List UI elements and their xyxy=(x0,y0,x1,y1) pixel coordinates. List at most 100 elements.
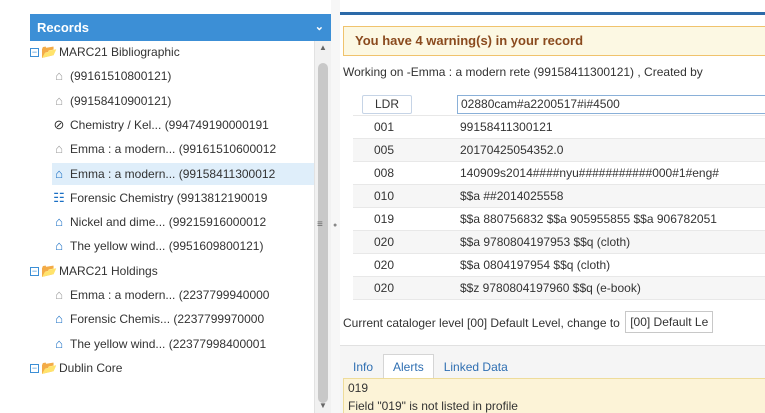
marc-field-table: LDR 02880cam#a2200517#i#4500 001 9915841130… xyxy=(353,93,765,300)
marc-tag[interactable]: 010 xyxy=(353,185,415,208)
tree-record-item[interactable]: ⌂ Emma : a modern... (2237799940000 xyxy=(52,284,269,306)
tree-record-item[interactable]: ⊘ Chemistry / Kel... (994749190000191 xyxy=(52,114,269,136)
marc-tag[interactable]: 020 xyxy=(353,231,415,254)
tree-record-item[interactable]: ⌂ Nickel and dime... (99215916000012 xyxy=(52,211,266,233)
tree-scrollbar[interactable]: ▲ ≡ ▼ xyxy=(314,41,331,413)
marc-leader-row[interactable]: LDR 02880cam#a2200517#i#4500 xyxy=(353,93,765,116)
marc-field-row[interactable]: 001 99158411300121 xyxy=(353,116,765,139)
tree-record-item[interactable]: ⌂ (99158410900121) xyxy=(52,90,171,112)
tree-record-item[interactable]: ⌂ The yellow wind... (22377998400001 xyxy=(52,333,266,355)
scroll-down-arrow-icon[interactable]: ▼ xyxy=(315,399,331,413)
tree-label: Emma : a modern... (99161510600012 xyxy=(70,142,277,157)
tree-label: Emma : a modern... (99158411300012 xyxy=(70,166,276,181)
tree-record-item[interactable]: ⌂ Emma : a modern... (99161510600012 xyxy=(52,138,276,160)
collapse-toggle-icon[interactable]: − xyxy=(30,48,39,58)
home-icon: ⌂ xyxy=(55,214,63,230)
scrollbar-thumb[interactable] xyxy=(318,63,328,403)
tree-label: (99158410900121) xyxy=(70,93,172,108)
marc-value[interactable]: $$z 9780804197960 $$q (e-book) xyxy=(460,277,641,300)
marc-field-row[interactable]: 020 $$a 9780804197953 $$q (cloth) xyxy=(353,231,765,254)
records-tree: − 📂 MARC21 Bibliographic ⌂ (99161510800121) ⌂… xyxy=(30,41,314,413)
home-icon: ⌂ xyxy=(55,92,63,108)
tree-record-item[interactable]: ☷ Forensic Chemistry (9913812190019 xyxy=(52,187,267,209)
tree-label: Dublin Core xyxy=(59,360,123,375)
tree-record-item[interactable]: ⌂ Forensic Chemis... (2237799970000 xyxy=(52,308,264,330)
scroll-up-arrow-icon[interactable]: ▲ xyxy=(315,41,331,55)
marc-tag[interactable]: 008 xyxy=(353,162,415,185)
records-title: Records xyxy=(37,20,90,35)
tree-group[interactable]: − 📂 Dublin Core xyxy=(30,357,122,379)
marc-value[interactable]: $$a 9780804197953 $$q (cloth) xyxy=(460,231,630,254)
cataloger-level-select[interactable]: [00] Default Le xyxy=(625,311,714,333)
collapse-toggle-icon[interactable]: − xyxy=(30,364,39,374)
cataloger-level-text: Current cataloger level [00] Default Lev… xyxy=(343,316,620,330)
grip-icon: ≡ xyxy=(317,219,323,230)
marc-tag[interactable]: 005 xyxy=(353,139,415,162)
tree-record-item[interactable]: ⌂ Emma : a modern... (99158411300012 xyxy=(52,162,314,185)
marc-value[interactable]: $$a 0804197954 $$q (cloth) xyxy=(460,254,610,277)
home-icon: ⌂ xyxy=(55,311,63,327)
sitemap-icon: ☷ xyxy=(53,189,65,205)
marc-tag[interactable]: 020 xyxy=(353,254,415,277)
alert-field-code: 019 xyxy=(348,381,369,395)
marc-field-row[interactable]: 019 $$a 880756832 $$a 905955855 $$a 90678… xyxy=(353,208,765,231)
tab-info[interactable]: Info xyxy=(343,354,383,379)
marc-value[interactable]: 99158411300121 xyxy=(460,116,553,139)
tree-label: Emma : a modern... (2237799940000 xyxy=(70,288,270,302)
chevron-down-icon[interactable]: ⌄ xyxy=(315,14,324,41)
marc-tag[interactable]: 019 xyxy=(353,208,415,231)
top-rule xyxy=(340,12,765,15)
collapse-toggle-icon[interactable]: − xyxy=(30,267,39,277)
tree-group[interactable]: − 📂 MARC21 Holdings xyxy=(30,260,158,282)
folder-open-icon: 📂 xyxy=(41,44,58,59)
folder-open-icon: 📂 xyxy=(41,359,58,375)
tree-label: Forensic Chemistry (9913812190019 xyxy=(70,190,268,205)
marc-field-row[interactable]: 020 $$a 0804197954 $$q (cloth) xyxy=(353,254,765,277)
marc-value[interactable]: 140909s2014####nyu###########000#1#eng# xyxy=(460,162,719,185)
tree-record-item[interactable]: ⌂ (99161510800121) xyxy=(52,65,171,87)
records-panel: Records ⌄ − 📂 MARC21 Bibliographic ⌂ (991615… xyxy=(0,0,340,413)
tree-label: The yellow wind... (22377998400001 xyxy=(70,336,267,351)
marc-tag[interactable]: LDR xyxy=(362,95,412,114)
home-icon: ⌂ xyxy=(55,141,63,157)
tab-alerts[interactable]: Alerts xyxy=(383,354,434,379)
tree-label: MARC21 Holdings xyxy=(59,263,158,278)
ban-icon: ⊘ xyxy=(53,116,65,132)
home-icon: ⌂ xyxy=(55,287,63,302)
marc-value[interactable]: 20170425054352.0 xyxy=(460,139,563,162)
warning-banner: You have 4 warning(s) in your record xyxy=(343,26,765,56)
bottom-pane: Info Alerts Linked Data 019 Field "019" is… xyxy=(340,345,765,413)
home-icon: ⌂ xyxy=(55,165,63,181)
home-icon: ⌂ xyxy=(55,335,63,351)
marc-value[interactable]: $$a ##2014025558 xyxy=(460,185,563,208)
splitter-handle-icon[interactable]: ● xyxy=(333,222,337,229)
bottom-tabs: Info Alerts Linked Data xyxy=(343,354,518,379)
marc-field-row[interactable]: 005 20170425054352.0 xyxy=(353,139,765,162)
tree-group[interactable]: − 📂 MARC21 Bibliographic xyxy=(30,41,180,63)
working-on-text: Working on -Emma : a modern rete (991584… xyxy=(343,65,703,79)
tree-label: Forensic Chemis... (2237799970000 xyxy=(70,312,265,327)
marc-value[interactable]: $$a 880756832 $$a 905955855 $$a 90678205… xyxy=(460,208,717,231)
alerts-panel: 019 Field "019" is not listed in profile xyxy=(343,378,765,413)
tree-label: Chemistry / Kel... (994749190000191 xyxy=(70,117,269,132)
alert-message: Field "019" is not listed in profile xyxy=(348,399,518,413)
record-editor: You have 4 warning(s) in your record Wor… xyxy=(340,0,765,413)
home-icon: ⌂ xyxy=(55,238,63,254)
marc-field-row[interactable]: 008 140909s2014####nyu###########000#1#en… xyxy=(353,162,765,185)
records-header[interactable]: Records ⌄ xyxy=(30,14,332,41)
tab-linked-data[interactable]: Linked Data xyxy=(434,354,518,379)
tree-record-item[interactable]: ⌂ The yellow wind... (9951609800121) xyxy=(52,235,263,257)
tree-label: The yellow wind... (9951609800121) xyxy=(70,239,264,254)
panel-splitter[interactable]: ● xyxy=(331,0,340,413)
marc-field-row[interactable]: 020 $$z 9780804197960 $$q (e-book) xyxy=(353,277,765,300)
tree-label: (99161510800121) xyxy=(70,69,172,84)
folder-open-icon: 📂 xyxy=(41,262,58,278)
marc-tag[interactable]: 020 xyxy=(353,277,415,300)
tree-label: MARC21 Bibliographic xyxy=(59,45,180,59)
home-icon: ⌂ xyxy=(55,68,63,84)
tree-label: Nickel and dime... (99215916000012 xyxy=(70,215,267,230)
cataloger-level: Current cataloger level [00] Default Lev… xyxy=(343,311,714,335)
marc-value[interactable]: 02880cam#a2200517#i#4500 xyxy=(457,95,765,114)
marc-field-row[interactable]: 010 $$a ##2014025558 xyxy=(353,185,765,208)
marc-tag[interactable]: 001 xyxy=(353,116,415,139)
